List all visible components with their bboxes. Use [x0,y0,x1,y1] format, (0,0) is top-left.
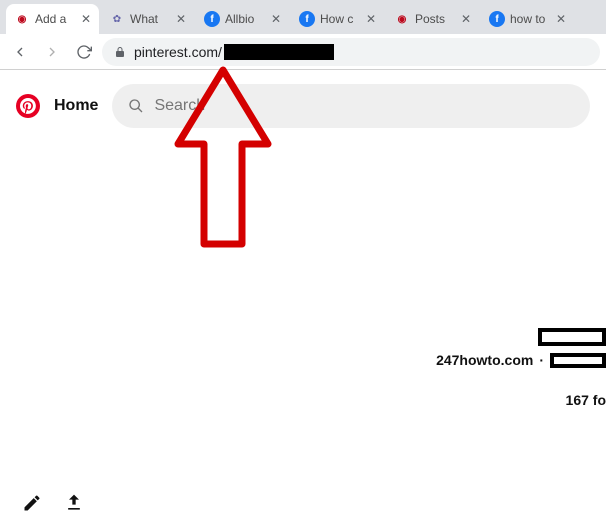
profile-block: 247howto.com · [436,328,606,368]
tab-2[interactable]: ✿ What ✕ [101,4,194,34]
redacted-box [538,328,606,346]
close-icon[interactable]: ✕ [81,12,91,26]
search-icon [128,98,144,114]
home-link[interactable]: Home [54,97,98,115]
separator-dot: · [539,352,544,368]
tab-title: Posts [415,12,456,26]
tab-6[interactable]: f how to ✕ [481,4,574,34]
tab-title: Allbio [225,12,266,26]
favicon-generic-icon: ✿ [109,11,125,27]
tab-strip: ◉ Add a ✕ ✿ What ✕ f Allbio ✕ f How c ✕ … [0,0,606,34]
upload-icon[interactable] [64,493,84,513]
edit-icon[interactable] [22,493,42,513]
url-host: pinterest.com/ [134,44,222,60]
favicon-facebook-icon: f [204,11,220,27]
pinterest-icon [20,98,36,114]
followers-text: 167 fo [566,392,606,408]
close-icon[interactable]: ✕ [556,12,566,26]
tab-3[interactable]: f Allbio ✕ [196,4,289,34]
url-text: pinterest.com/ [134,44,334,60]
tab-title: What [130,12,171,26]
pinterest-logo[interactable] [16,94,40,118]
tab-5[interactable]: ◉ Posts ✕ [386,4,479,34]
content-area: 247howto.com · 167 fo [0,142,606,523]
tab-4[interactable]: f How c ✕ [291,4,384,34]
tab-title: how to [510,12,551,26]
profile-site[interactable]: 247howto.com [436,352,533,368]
favicon-facebook-icon: f [299,11,315,27]
back-button[interactable] [6,38,34,66]
reload-button[interactable] [70,38,98,66]
search-input[interactable] [154,97,574,115]
redacted-box [550,353,606,368]
address-bar[interactable]: pinterest.com/ [102,38,600,66]
close-icon[interactable]: ✕ [271,12,281,26]
app-topbar: Home [0,70,606,142]
redacted-url-path [224,44,334,60]
tab-title: How c [320,12,361,26]
profile-actions [22,493,84,513]
favicon-pin-icon: ◉ [394,11,410,27]
search-bar[interactable] [112,84,590,128]
tab-title: Add a [35,12,76,26]
profile-site-line: 247howto.com · [436,352,606,368]
forward-button[interactable] [38,38,66,66]
browser-toolbar: pinterest.com/ [0,34,606,70]
favicon-pin-icon: ◉ [14,11,30,27]
close-icon[interactable]: ✕ [461,12,471,26]
tab-1[interactable]: ◉ Add a ✕ [6,4,99,34]
close-icon[interactable]: ✕ [176,12,186,26]
close-icon[interactable]: ✕ [366,12,376,26]
favicon-facebook-icon: f [489,11,505,27]
lock-icon [114,46,126,58]
